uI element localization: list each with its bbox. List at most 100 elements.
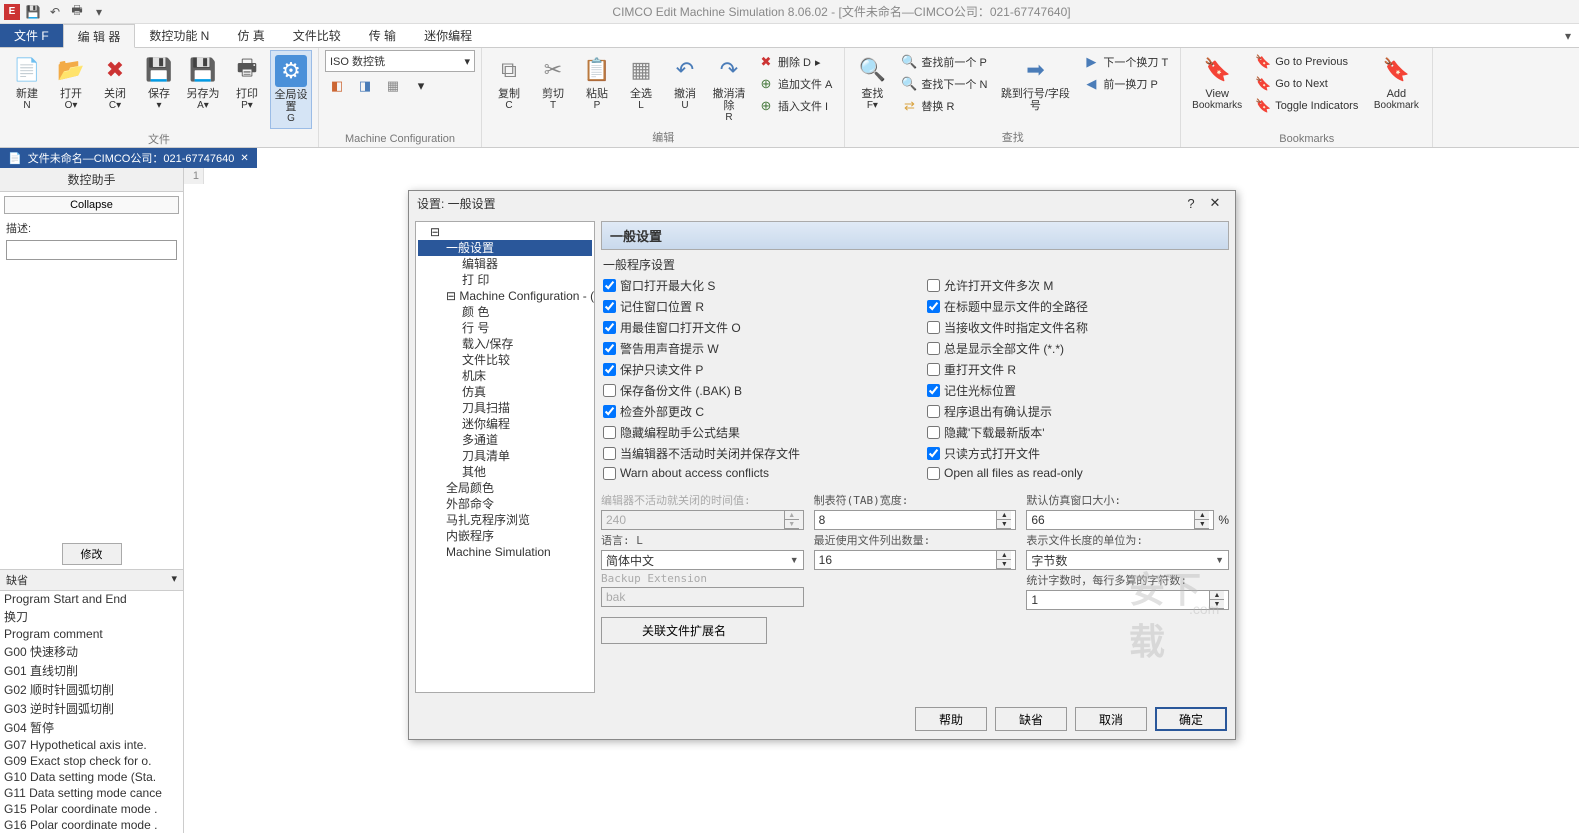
list-item[interactable]: 换刀 <box>0 607 183 626</box>
tree-filecmp[interactable]: 文件比较 <box>418 352 592 368</box>
saveas-button[interactable]: 💾另存为A▾ <box>182 50 224 115</box>
checkbox[interactable] <box>603 384 616 397</box>
qat-save-icon[interactable]: 💾 <box>24 3 42 21</box>
tree-editor[interactable]: 编辑器 <box>418 256 592 272</box>
close-button[interactable]: ✖关闭C▾ <box>94 50 136 115</box>
delete-button[interactable]: ✖删除 D▸ <box>754 52 836 72</box>
tree-msim[interactable]: Machine Simulation <box>418 544 592 560</box>
checkbox[interactable] <box>927 279 940 292</box>
iso-dropdown[interactable]: ISO 数控铣▾ <box>325 50 475 72</box>
list-item[interactable]: Program comment <box>0 626 183 642</box>
insert-file-button[interactable]: ⊕插入文件 I <box>754 96 836 116</box>
find-button[interactable]: 🔍查找F▾ <box>851 50 893 115</box>
checkbox[interactable] <box>603 300 616 313</box>
checkbox-row[interactable]: 用最佳窗口打开文件 O <box>603 319 903 336</box>
list-item[interactable]: G04 暂停 <box>0 718 183 737</box>
checkbox-row[interactable]: 保护只读文件 P <box>603 361 903 378</box>
checkbox[interactable] <box>927 363 940 376</box>
default-dropdown[interactable]: 缺省 ▾ <box>0 569 183 591</box>
tree-line[interactable]: 行 号 <box>418 320 592 336</box>
tab-compare[interactable]: 文件比较 <box>279 24 355 47</box>
checkbox[interactable] <box>603 467 616 480</box>
toggle-indicators-button[interactable]: 🔖Toggle Indicators <box>1251 96 1362 116</box>
checkbox-row[interactable]: 窗口打开最大化 S <box>603 277 903 294</box>
checkbox-row[interactable]: 当接收文件时指定文件名称 <box>927 319 1227 336</box>
lenunit-dropdown[interactable]: 字节数▼ <box>1026 550 1229 570</box>
collapse-button[interactable]: Collapse <box>4 196 179 214</box>
checkbox-row[interactable]: 在标题中显示文件的全路径 <box>927 298 1227 315</box>
list-item[interactable]: G10 Data setting mode (Sta. <box>0 769 183 785</box>
find-prev-button[interactable]: 🔍查找前一个 P <box>897 52 991 72</box>
selectall-button[interactable]: ▦全选L <box>620 50 662 115</box>
checkbox-row[interactable]: 总是显示全部文件 (*.*) <box>927 340 1227 357</box>
checkbox-row[interactable]: 检查外部更改 C <box>603 403 903 420</box>
redo-button[interactable]: ↷撤消清除R <box>708 50 750 127</box>
close-icon[interactable]: ✕ <box>240 153 248 164</box>
checkbox[interactable] <box>603 447 616 460</box>
tab-editor[interactable]: 编 辑 器 <box>63 24 136 48</box>
checkbox[interactable] <box>603 426 616 439</box>
print-button[interactable]: 🖶打印P▾ <box>226 50 268 115</box>
goto-button[interactable]: ➡跳到行号/字段号 <box>995 50 1075 116</box>
charcount-input[interactable]: 1▲▼ <box>1026 590 1229 610</box>
simwin-input[interactable]: 66▲▼ <box>1026 510 1214 530</box>
append-file-button[interactable]: ⊕追加文件 A <box>754 74 836 94</box>
checkbox-row[interactable]: 重打开文件 R <box>927 361 1227 378</box>
checkbox-row[interactable]: Open all files as read-only <box>927 466 1227 480</box>
tab-sim[interactable]: 仿 真 <box>223 24 278 47</box>
list-item[interactable]: G16 Polar coordinate mode . <box>0 817 183 833</box>
settings-tree[interactable]: ⊟ 一般设置 编辑器 打 印 ⊟ Machine Configuration -… <box>415 221 595 693</box>
goto-prev-bookmark-button[interactable]: 🔖Go to Previous <box>1251 52 1362 72</box>
tree-extcmd[interactable]: 外部命令 <box>418 496 592 512</box>
list-item[interactable]: G11 Data setting mode cance <box>0 785 183 801</box>
assoc-ext-button[interactable]: 关联文件扩展名 <box>601 617 767 644</box>
replace-button[interactable]: ⇄替换 R <box>897 96 991 116</box>
checkbox[interactable] <box>927 342 940 355</box>
mc-btn-3[interactable]: ▦ <box>381 76 405 96</box>
tree-globalcolor[interactable]: 全局颜色 <box>418 480 592 496</box>
close-icon[interactable]: ✕ <box>1203 195 1227 211</box>
tree-multi[interactable]: 多通道 <box>418 432 592 448</box>
document-tab[interactable]: 📄 文件未命名—CIMCO公司：021-67747640 ✕ <box>0 148 257 168</box>
tree-toollist[interactable]: 刀具清单 <box>418 448 592 464</box>
mc-btn-2[interactable]: ◨ <box>353 76 377 96</box>
help-button[interactable]: 帮助 <box>915 707 987 731</box>
checkbox-row[interactable]: 允许打开文件多次 M <box>927 277 1227 294</box>
nc-code-list[interactable]: Program Start and End换刀Program commentG0… <box>0 591 183 833</box>
checkbox[interactable] <box>603 321 616 334</box>
tree-print[interactable]: 打 印 <box>418 272 592 288</box>
recent-input[interactable]: 16▲▼ <box>814 550 1017 570</box>
tree-other[interactable]: 其他 <box>418 464 592 480</box>
checkbox[interactable] <box>927 405 940 418</box>
checkbox-row[interactable]: 记住光标位置 <box>927 382 1227 399</box>
list-item[interactable]: G15 Polar coordinate mode . <box>0 801 183 817</box>
lang-dropdown[interactable]: 简体中文▼ <box>601 550 804 570</box>
tab-transfer[interactable]: 传 输 <box>355 24 410 47</box>
mc-btn-1[interactable]: ◧ <box>325 76 349 96</box>
list-item[interactable]: G03 逆时针圆弧切削 <box>0 699 183 718</box>
tree-machinetool[interactable]: 机床 <box>418 368 592 384</box>
tree-mini[interactable]: 迷你编程 <box>418 416 592 432</box>
save-button[interactable]: 💾保存▾ <box>138 50 180 115</box>
list-item[interactable]: G07 Hypothetical axis inte. <box>0 737 183 753</box>
tab-mini[interactable]: 迷你编程 <box>410 24 486 47</box>
qat-undo-icon[interactable]: ↶ <box>46 3 64 21</box>
list-item[interactable]: G00 快速移动 <box>0 642 183 661</box>
tree-mazak[interactable]: 马扎克程序浏览 <box>418 512 592 528</box>
global-settings-button[interactable]: ⚙全局设置G <box>270 50 312 129</box>
list-item[interactable]: G01 直线切削 <box>0 661 183 680</box>
checkbox-row[interactable]: 警告用声音提示 W <box>603 340 903 357</box>
checkbox[interactable] <box>603 363 616 376</box>
tree-toolscan[interactable]: 刀具扫描 <box>418 400 592 416</box>
open-button[interactable]: 📂打开O▾ <box>50 50 92 115</box>
prev-toolchange-button[interactable]: ◀前一换刀 P <box>1079 74 1172 94</box>
new-button[interactable]: 📄新建N <box>6 50 48 115</box>
next-toolchange-button[interactable]: ▶下一个换刀 T <box>1079 52 1172 72</box>
ribbon-collapse-icon[interactable]: ▾ <box>1557 24 1579 47</box>
checkbox[interactable] <box>603 405 616 418</box>
mc-btn-4[interactable]: ▾ <box>409 76 433 96</box>
checkbox[interactable] <box>603 279 616 292</box>
tree-loadsave[interactable]: 载入/保存 <box>418 336 592 352</box>
checkbox-row[interactable]: 隐藏'下载最新版本' <box>927 424 1227 441</box>
checkbox[interactable] <box>927 447 940 460</box>
